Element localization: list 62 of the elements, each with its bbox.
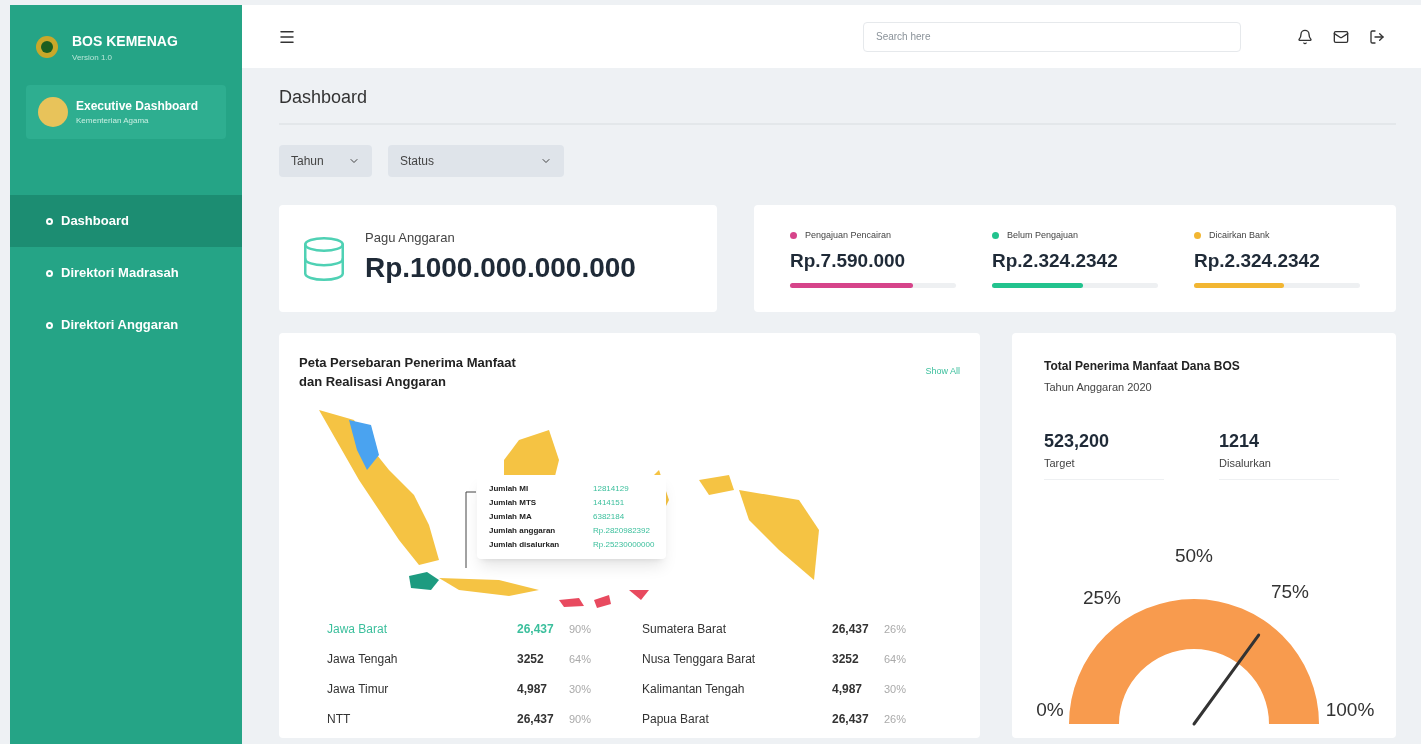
region-count: 26,437	[517, 711, 555, 728]
tooltip-value: Rp.25230000000	[593, 539, 655, 551]
region-percent: 26%	[884, 621, 907, 637]
region-count: 3252	[517, 651, 545, 668]
card-title: Peta Persebaran Penerima Manfaat dan Realisasi Anggaran	[299, 354, 517, 391]
stat-value: Rp.7.590.000	[790, 248, 907, 273]
page-title: Dashboard	[279, 84, 1396, 125]
figure-label: Disalurkan	[1219, 455, 1272, 471]
region-name[interactable]: NTT	[327, 710, 517, 728]
gauge-label: 25%	[1083, 585, 1121, 610]
tooltip-label: Jumlah MTS	[489, 497, 538, 509]
region-percent: 30%	[884, 681, 907, 697]
region-count: 4,987	[517, 681, 549, 698]
budget-label: Pagu Anggaran	[365, 228, 456, 247]
gauge-label: 100%	[1325, 697, 1375, 722]
region-count: 26,437	[832, 711, 870, 728]
region-name[interactable]: Jawa Timur	[327, 680, 517, 698]
gauge-label: 0%	[1036, 697, 1064, 722]
region-name[interactable]: Jawa Tengah	[327, 650, 517, 668]
tooltip-value: 1414151	[593, 497, 625, 509]
budget-value: Rp.1000.000.000.000	[365, 251, 636, 286]
gauge-label: 75%	[1271, 579, 1309, 604]
region-percent: 90%	[569, 711, 592, 727]
region-count: 4,987	[832, 681, 864, 698]
filter-dropdown[interactable]: Status	[388, 145, 564, 177]
tooltip-value: 6382184	[593, 511, 625, 523]
figure-label: Target	[1044, 455, 1076, 471]
region-percent: 64%	[569, 651, 592, 667]
region-count: 26,437	[832, 621, 870, 638]
profile-title: Executive Dashboard	[76, 98, 199, 115]
region-count: 26,437	[517, 621, 555, 638]
region-name[interactable]: Papua Barat	[642, 710, 832, 728]
tooltip-value: Rp.2820982392	[593, 525, 650, 537]
nav-item[interactable]: Dashboard	[10, 195, 242, 247]
stat-label: Dicairkan Bank	[1209, 229, 1270, 242]
profile-subtitle: Kementerian Agama	[76, 115, 150, 127]
card-title: Total Penerima Manfaat Dana BOS	[1044, 358, 1241, 375]
stat-value: Rp.2.324.2342	[1194, 248, 1321, 273]
search-field[interactable]: Search here	[863, 21, 1241, 52]
gauge-label: 50%	[1175, 543, 1213, 568]
region-percent: 64%	[884, 651, 907, 667]
version-text: Version 1.0	[72, 51, 114, 64]
tooltip-label: Jumlah disalurkan	[489, 539, 561, 551]
stat-label: Pengajuan Pencairan	[805, 229, 892, 242]
figure-value: 523,200	[1044, 429, 1111, 453]
region-percent: 30%	[569, 681, 592, 697]
tooltip-label: Jumlah MI	[489, 483, 530, 495]
region-name[interactable]: Sumatera Barat	[642, 620, 832, 638]
region-count: 3252	[832, 651, 860, 668]
region-percent: 90%	[569, 621, 592, 637]
stat-value: Rp.2.324.2342	[992, 248, 1119, 273]
region-percent: 26%	[884, 711, 907, 727]
filter-dropdown[interactable]: Tahun	[279, 145, 372, 177]
figure-value: 1214	[1219, 429, 1261, 453]
stat-label: Belum Pengajuan	[1007, 229, 1079, 242]
brand-name: BOS KEMENAG	[72, 31, 178, 51]
tooltip-label: Jumlah anggaran	[489, 525, 557, 537]
tooltip-label: Jumlah MA	[489, 511, 533, 523]
tooltip-value: 12814129	[593, 483, 629, 495]
card-subtitle: Tahun Anggaran 2020	[1044, 380, 1153, 395]
region-name[interactable]: Nusa Tenggara Barat	[642, 650, 832, 668]
region-name[interactable]: Kalimantan Tengah	[642, 680, 832, 698]
